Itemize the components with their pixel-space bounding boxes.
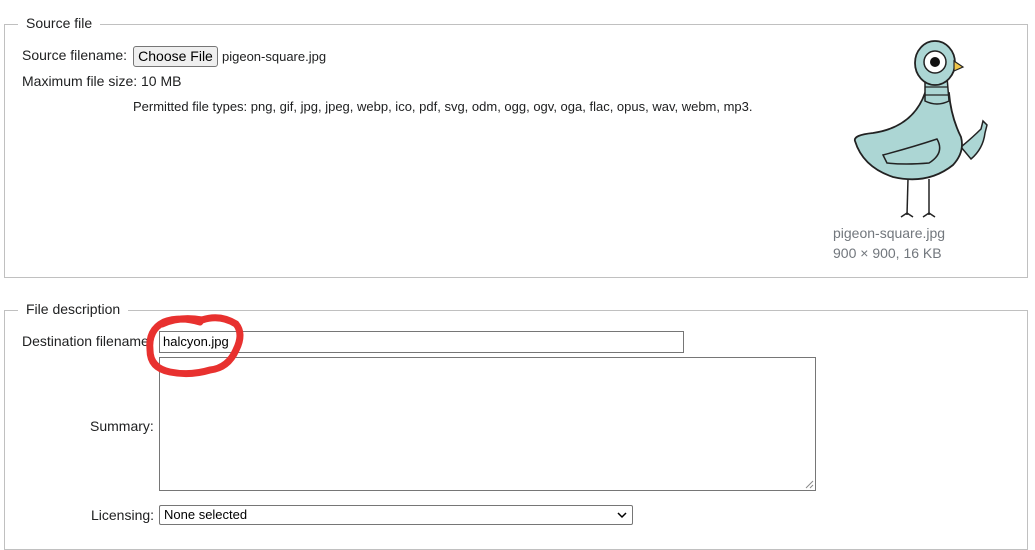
thumbnail-filename: pigeon-square.jpg [833,225,946,241]
destination-filename-label: Destination filename: [22,333,153,349]
source-filename-label: Source filename: [22,47,128,63]
file-description-legend: File description [18,301,129,317]
licensing-label: Licensing: [91,507,155,523]
source-file-legend: Source file [18,15,101,31]
chosen-file-name: pigeon-square.jpg [222,49,327,64]
summary-textarea[interactable] [159,357,816,491]
chevron-down-icon [617,512,627,519]
licensing-selected-value: None selected [164,507,248,522]
summary-label: Summary: [90,418,154,434]
max-file-size: Maximum file size: 10 MB [22,73,182,89]
resize-grip-icon[interactable] [805,480,814,489]
licensing-select[interactable]: None selected [159,505,633,525]
choose-file-button[interactable]: Choose File [133,46,218,67]
pigeon-illustration-icon [833,37,1013,220]
pigeon-thumbnail [833,37,1013,220]
thumbnail-info: 900 × 900, 16 KB [833,245,942,261]
red-circle-annotation [146,314,244,378]
permitted-file-types: Permitted file types: png, gif, jpg, jpe… [133,99,753,114]
